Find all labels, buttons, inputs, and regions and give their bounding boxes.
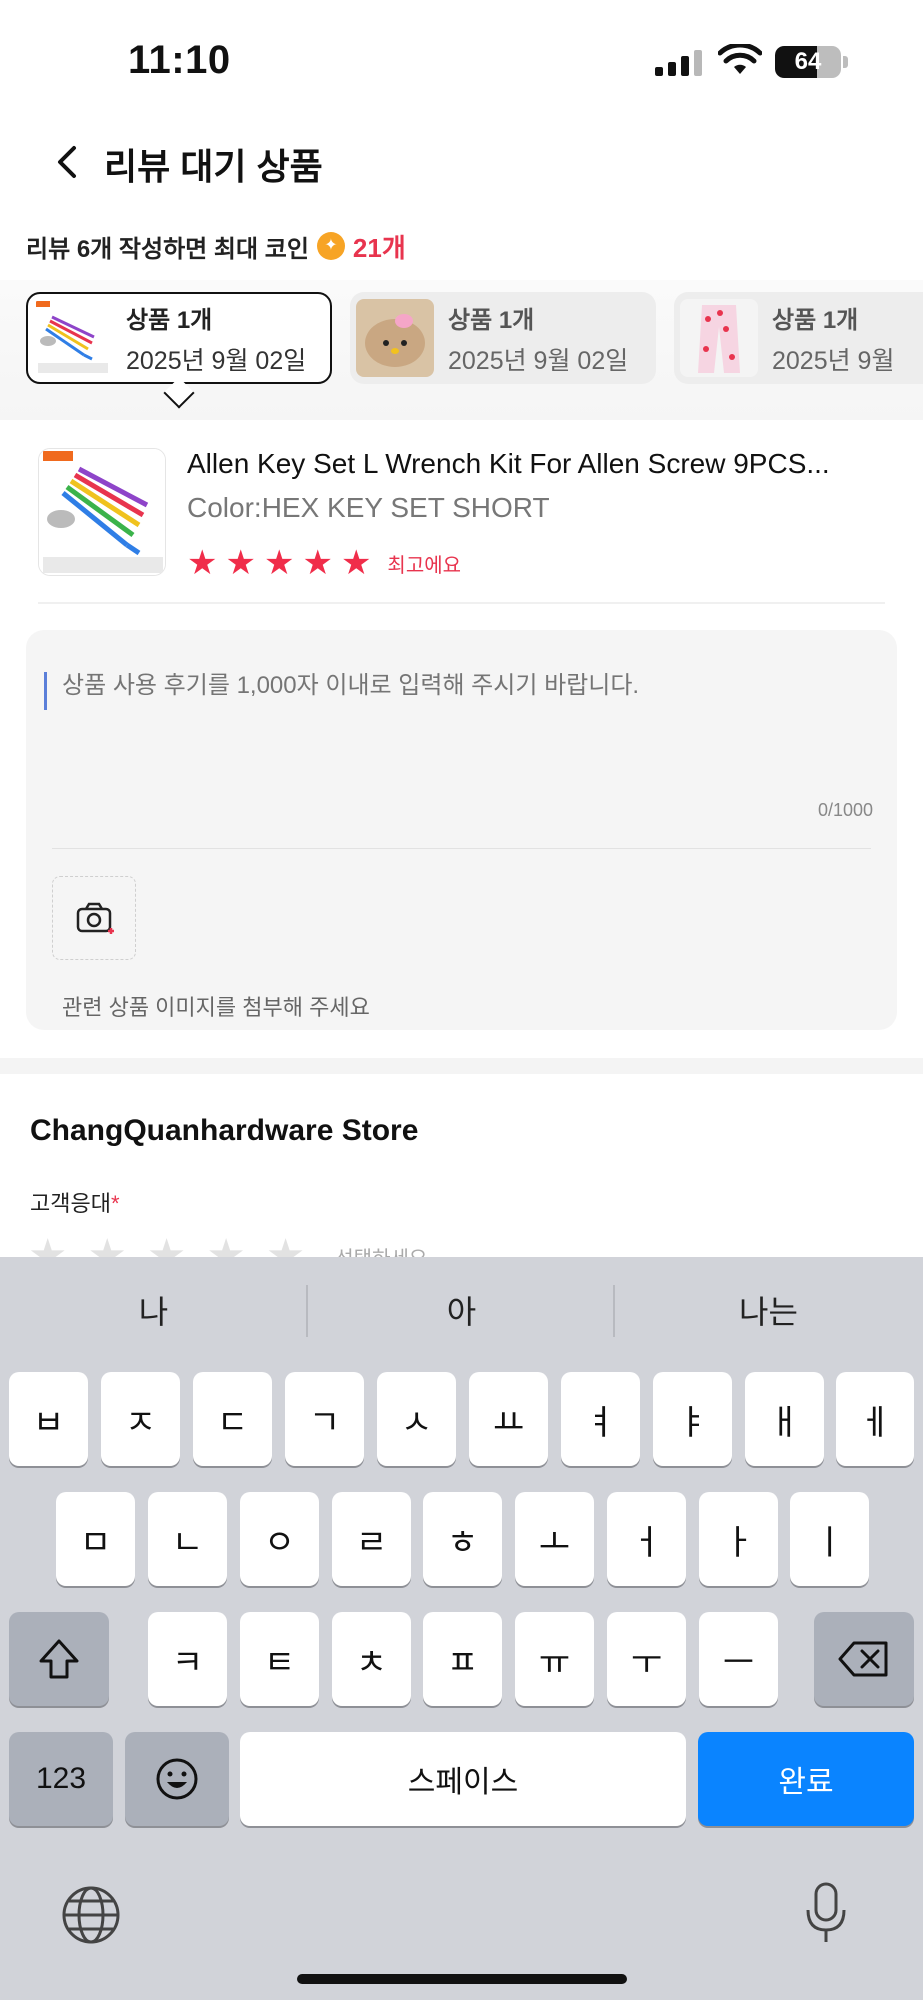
key[interactable]: ㅠ [515,1612,594,1706]
page-title: 리뷰 대기 상품 [104,146,323,187]
product-variant: Color:HEX KEY SET SHORT [187,492,550,523]
section-gap [0,1058,923,1074]
card-qty: 상품 1개 [126,306,213,334]
key[interactable]: ㅡ [699,1612,778,1706]
card-qty: 상품 1개 [772,306,859,334]
product-card[interactable]: 상품 1개 2025년 9월 02일 [350,292,656,384]
status-time: 11:10 [128,38,231,82]
signal-icon [655,50,703,76]
card-date: 2025년 9월 [772,346,895,375]
suggestion-bar: 나 아 나는 [0,1257,923,1367]
service-rating-label: 고객응대* [30,1186,120,1218]
review-text-input[interactable] [62,672,862,700]
key[interactable]: ㅁ [56,1492,135,1586]
product-card[interactable]: 상품 1개 2025년 9월 [674,292,923,384]
rating-text: 최고에요 [387,554,462,577]
key[interactable]: ㅇ [240,1492,319,1586]
back-arrow-icon[interactable] [46,140,90,184]
text-caret [44,672,47,710]
add-photo-button[interactable] [52,876,136,960]
key[interactable]: ㄹ [332,1492,411,1586]
suggestion-item[interactable]: 아 [308,1287,615,1333]
key[interactable]: ㄴ [148,1492,227,1586]
emoji-icon [156,1758,198,1800]
product-card[interactable]: 상품 1개 2025년 9월 02일 [26,292,332,384]
promo-text: 리뷰 6개 작성하면 최대 코인 [26,235,309,263]
key[interactable]: ㅑ [653,1372,732,1466]
key[interactable]: ㅈ [101,1372,180,1466]
product-rating[interactable]: ★ ★ ★ ★ ★ 최고에요 [187,546,461,580]
key[interactable]: ㅏ [699,1492,778,1586]
wifi-icon [718,44,762,74]
key[interactable]: ㅜ [607,1612,686,1706]
card-date: 2025년 9월 02일 [448,346,629,375]
key[interactable]: ㅕ [561,1372,640,1466]
numbers-key[interactable]: 123 [9,1732,113,1826]
key[interactable]: ㅣ [790,1492,869,1586]
key[interactable]: ㅍ [423,1612,502,1706]
promo-coin-count: 21개 [352,232,406,263]
key[interactable]: ㅊ [332,1612,411,1706]
key[interactable]: ㅂ [9,1372,88,1466]
star-icon[interactable]: ★ [187,546,217,580]
battery-level: 64 [794,48,822,75]
divider [38,602,885,604]
store-name: ChangQuanhardware Store [30,1114,419,1147]
key[interactable]: ㅅ [377,1372,456,1466]
battery-icon: 64 [775,46,841,78]
allen-key-thumbnail [34,299,112,377]
globe-icon[interactable] [60,1884,122,1946]
key[interactable]: ㅌ [240,1612,319,1706]
divider [52,848,871,849]
key[interactable]: ㄱ [285,1372,364,1466]
home-indicator [297,1974,627,1984]
card-qty: 상품 1개 [448,306,535,334]
promo-banner: 리뷰 6개 작성하면 최대 코인 21개 [26,228,406,264]
char-count: 0/1000 [817,800,873,820]
suggestion-item[interactable]: 나 [0,1287,307,1333]
key[interactable]: ㅔ [836,1372,914,1466]
star-icon[interactable]: ★ [225,546,255,580]
star-icon[interactable]: ★ [302,546,332,580]
shift-icon [39,1639,79,1679]
key[interactable]: ㅓ [607,1492,686,1586]
service-label-text: 고객응대 [30,1191,111,1216]
key[interactable]: ㅛ [469,1372,548,1466]
plush-bag-thumbnail [356,299,434,377]
review-form: Allen Key Set L Wrench Kit For Allen Scr… [0,420,923,1060]
product-name: Allen Key Set L Wrench Kit For Allen Scr… [187,448,830,479]
backspace-key[interactable] [814,1612,914,1706]
star-icon[interactable]: ★ [264,546,294,580]
pajama-pants-thumbnail [680,299,758,377]
emoji-key[interactable] [125,1732,229,1826]
key[interactable]: ㅐ [745,1372,824,1466]
required-mark: * [110,1191,120,1216]
keyboard: 나 아 나는 ㅂ ㅈ ㄷ ㄱ ㅅ ㅛ ㅕ ㅑ ㅐ ㅔ ㅁ ㄴ ㅇ ㄹ ㅎ ㅗ ㅓ… [0,1257,923,2000]
status-bar: 11:10 64 [0,0,923,120]
coin-icon [316,232,345,260]
backspace-icon [838,1641,888,1677]
review-box: 0/1000 관련 상품 이미지를 첨부해 주세요 [26,630,897,1030]
done-key[interactable]: 완료 [698,1732,914,1826]
key[interactable]: ㅗ [515,1492,594,1586]
shift-key[interactable] [9,1612,109,1706]
key[interactable]: ㅎ [423,1492,502,1586]
product-image [38,448,166,576]
space-key[interactable]: 스페이스 [240,1732,686,1826]
card-date: 2025년 9월 02일 [126,346,307,375]
suggestion-item[interactable]: 나는 [615,1287,922,1333]
store-rating-section: ChangQuanhardware Store 고객응대* ★ ★ ★ ★ ★ … [0,1074,923,1260]
microphone-icon[interactable] [802,1880,850,1946]
camera-icon [76,902,114,934]
product-cards-strip: 상품 1개 2025년 9월 02일 상품 1개 2025년 9월 02일 상품… [0,280,923,420]
star-icon[interactable]: ★ [341,546,371,580]
photo-hint: 관련 상품 이미지를 첨부해 주세요 [62,995,370,1020]
key[interactable]: ㅋ [148,1612,227,1706]
key[interactable]: ㄷ [193,1372,272,1466]
battery-nub [843,56,848,68]
